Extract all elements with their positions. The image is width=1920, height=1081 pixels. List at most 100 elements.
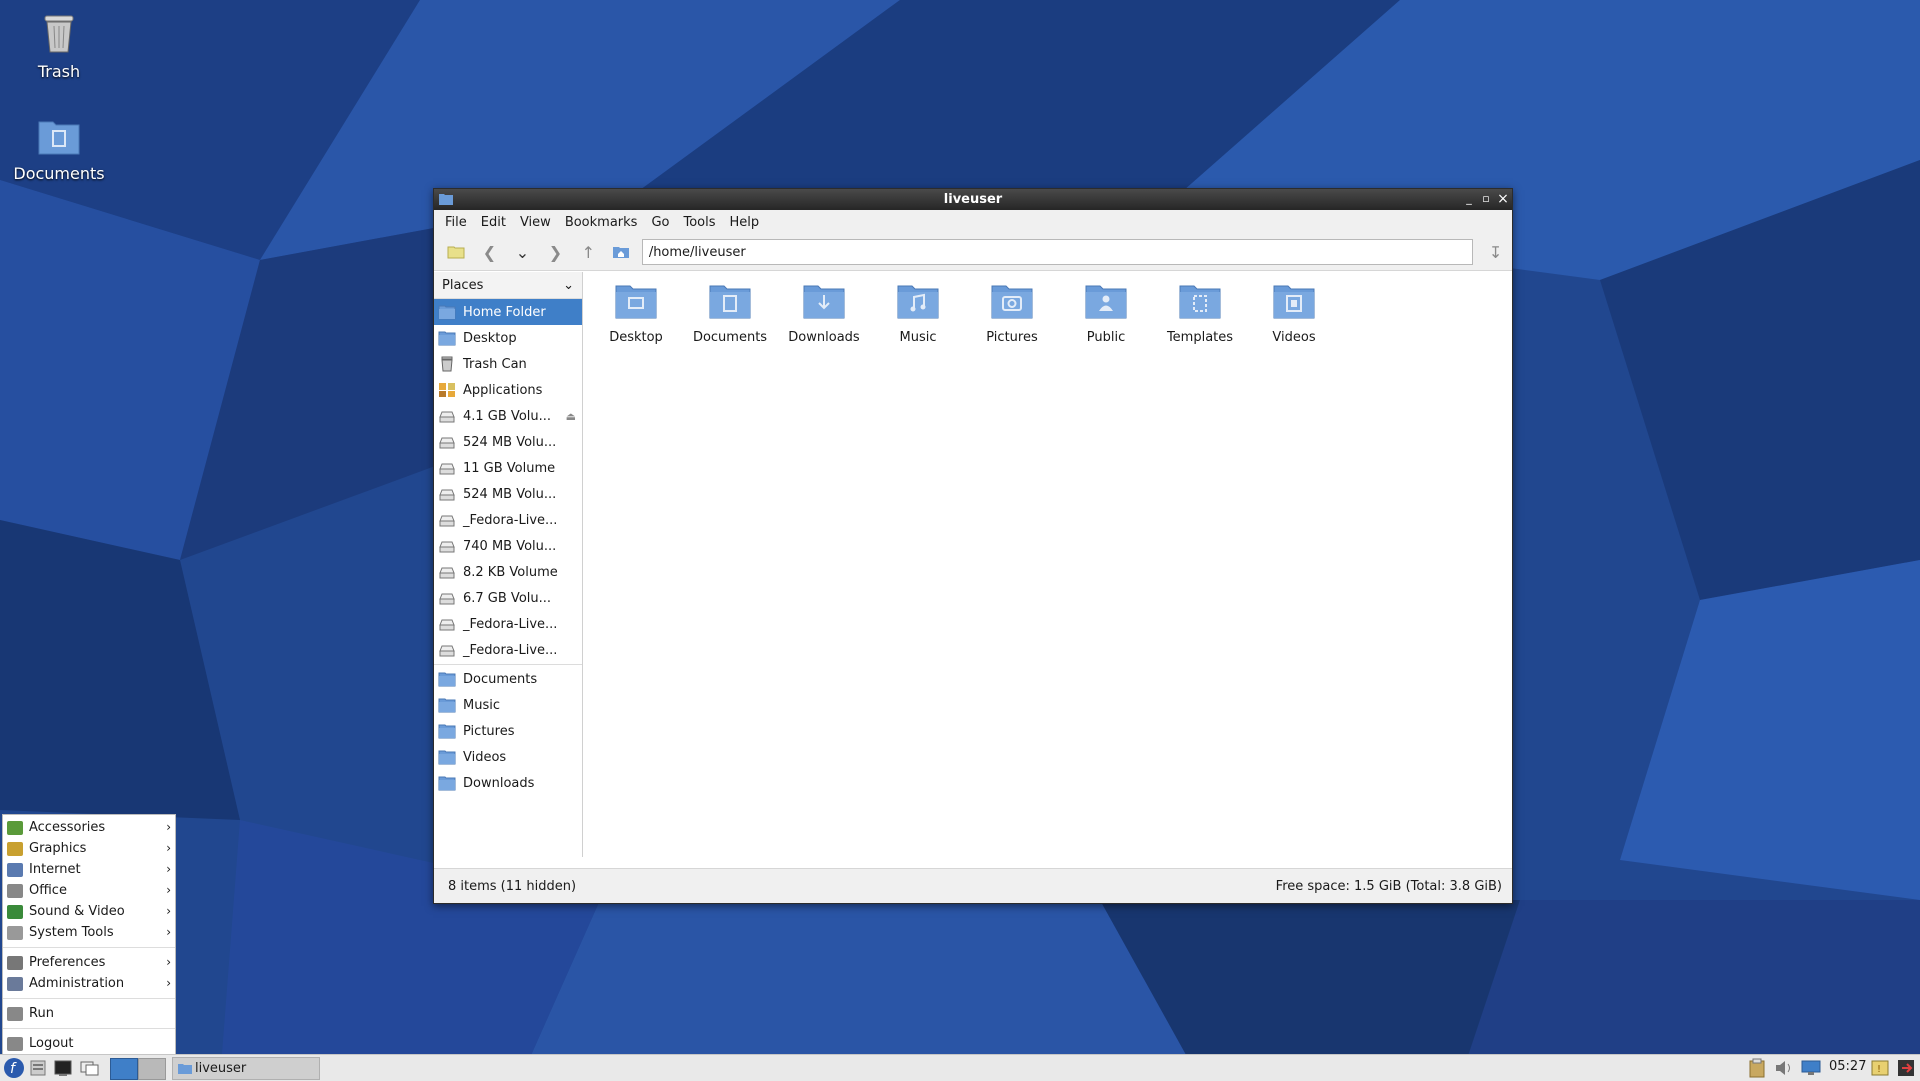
sidebar-item[interactable]: Videos	[434, 744, 582, 770]
sidebar-item[interactable]: 740 MB Volu...	[434, 533, 582, 559]
forward-button[interactable]: ❯	[539, 238, 572, 266]
menu-file[interactable]: File	[438, 215, 474, 230]
workspace-1[interactable]	[110, 1058, 138, 1080]
app-menu-item[interactable]: Internet ›	[3, 859, 175, 880]
home-button[interactable]	[605, 238, 638, 266]
preferences-icon	[7, 955, 23, 970]
app-menu-item[interactable]: Sound & Video ›	[3, 901, 175, 922]
file-item[interactable]: Downloads	[777, 280, 871, 345]
menu-help[interactable]: Help	[723, 215, 767, 230]
accessories-icon	[7, 820, 23, 835]
sidebar-item[interactable]: _Fedora-Live...	[434, 611, 582, 637]
chevron-right-icon: ›	[166, 820, 171, 834]
file-item[interactable]: Templates	[1153, 280, 1247, 345]
file-manager-window: liveuser _ ▫ × File Edit View Bookmarks …	[433, 188, 1513, 904]
sidebar-item-label: Documents	[463, 671, 538, 687]
sidebar-item[interactable]: Desktop	[434, 325, 582, 351]
clock[interactable]: 05:27	[1829, 1059, 1866, 1074]
path-field[interactable]: /home/liveuser	[641, 239, 1474, 265]
folder-music-icon	[438, 698, 456, 713]
sidebar-item[interactable]: 8.2 KB Volume	[434, 559, 582, 585]
svg-text:!: !	[1877, 1064, 1881, 1075]
desktop-icon-trash[interactable]: Trash	[9, 10, 109, 81]
file-item[interactable]: Public	[1059, 280, 1153, 345]
app-menu-item[interactable]: Preferences ›	[3, 952, 175, 973]
clipboard-icon[interactable]	[1748, 1058, 1766, 1078]
terminal-icon[interactable]	[54, 1059, 72, 1077]
app-menu-item[interactable]: Logout	[3, 1033, 175, 1054]
up-button[interactable]: ↑	[572, 238, 605, 266]
network-icon[interactable]	[1800, 1059, 1822, 1077]
menu-view[interactable]: View	[513, 215, 558, 230]
file-view[interactable]: Desktop Documents Downloads Music Pictures Pu…	[583, 272, 1512, 857]
jump-icon: ↧	[1488, 242, 1503, 262]
sidebar-item[interactable]: Pictures	[434, 718, 582, 744]
sidebar-item-label: Videos	[463, 749, 507, 765]
workspace-2[interactable]	[138, 1058, 166, 1080]
new-tab-button[interactable]	[440, 238, 473, 266]
sidebar-item[interactable]: 4.1 GB Volu... ⏏	[434, 403, 582, 429]
eject-icon[interactable]: ⏏	[566, 410, 576, 423]
system-tools-icon	[7, 925, 23, 940]
fedora-logo-icon[interactable]: f	[3, 1057, 25, 1079]
volume-icon[interactable]	[1774, 1059, 1794, 1077]
sidebar-item[interactable]: 6.7 GB Volu...	[434, 585, 582, 611]
file-item[interactable]: Videos	[1247, 280, 1341, 345]
sidebar-item[interactable]: 524 MB Volu...	[434, 429, 582, 455]
taskbar-window-button[interactable]: liveuser	[172, 1057, 320, 1080]
minimize-button[interactable]: _	[1462, 192, 1476, 206]
menu-go[interactable]: Go	[644, 215, 676, 230]
app-menu-item[interactable]: System Tools ›	[3, 922, 175, 943]
file-item-label: Downloads	[788, 330, 860, 345]
status-bar: 8 items (11 hidden) Free space: 1.5 GiB …	[434, 868, 1512, 903]
file-manager-launcher-icon[interactable]	[29, 1059, 47, 1077]
file-item[interactable]: Pictures	[965, 280, 1059, 345]
menu-separator	[3, 947, 175, 948]
sidebar-item[interactable]: _Fedora-Live...	[434, 507, 582, 533]
go-button[interactable]: ↧	[1479, 238, 1512, 266]
item-count: 8 items (11 hidden)	[448, 878, 577, 894]
sidebar-item[interactable]: Applications	[434, 377, 582, 403]
sidebar-item[interactable]: 524 MB Volu...	[434, 481, 582, 507]
maximize-button[interactable]: ▫	[1479, 192, 1493, 206]
back-button[interactable]: ❮	[473, 238, 506, 266]
sidebar-item[interactable]: Trash Can	[434, 351, 582, 377]
file-item[interactable]: Music	[871, 280, 965, 345]
updates-icon[interactable]: !	[1870, 1058, 1890, 1078]
close-button[interactable]: ×	[1496, 192, 1510, 206]
windows-icon[interactable]	[80, 1059, 100, 1077]
sidebar-item[interactable]: Documents	[434, 666, 582, 692]
sidebar-item[interactable]: _Fedora-Live...	[434, 637, 582, 663]
app-menu-item[interactable]: Administration ›	[3, 973, 175, 994]
sidebar-item[interactable]: Downloads	[434, 770, 582, 796]
drive-icon	[439, 619, 455, 631]
app-menu-item[interactable]: Office ›	[3, 880, 175, 901]
file-item-label: Templates	[1166, 330, 1234, 345]
sidebar-item-label: Home Folder	[463, 304, 546, 320]
sidebar-item-label: Music	[463, 697, 500, 713]
file-item-label: Documents	[692, 330, 768, 345]
application-menu: Accessories › Graphics › Internet › Office › Sou…	[2, 814, 176, 1058]
app-menu-item[interactable]: Run	[3, 1003, 175, 1024]
window-titlebar[interactable]: liveuser _ ▫ ×	[434, 189, 1512, 210]
menu-bookmarks[interactable]: Bookmarks	[558, 215, 645, 230]
desktop-icon-label: Trash	[37, 62, 81, 81]
menu-edit[interactable]: Edit	[474, 215, 513, 230]
sidebar-item[interactable]: Music	[434, 692, 582, 718]
file-item[interactable]: Desktop	[589, 280, 683, 345]
app-menu-item[interactable]: Accessories ›	[3, 817, 175, 838]
desktop-icon-documents[interactable]: Documents	[9, 116, 109, 183]
history-dropdown-button[interactable]: ⌄	[506, 238, 539, 266]
sidebar-item[interactable]: 11 GB Volume	[434, 455, 582, 481]
app-menu-item-label: Logout	[29, 1036, 74, 1051]
places-selector[interactable]: Places ⌄	[434, 272, 582, 299]
app-menu-item[interactable]: Graphics ›	[3, 838, 175, 859]
taskbar-window-label: liveuser	[195, 1061, 247, 1076]
logout-icon[interactable]	[1896, 1058, 1916, 1078]
file-item[interactable]: Documents	[683, 280, 777, 345]
sidebar-item[interactable]: Home Folder	[434, 299, 582, 325]
sidebar-item-label: Desktop	[463, 330, 517, 346]
menu-tools[interactable]: Tools	[676, 215, 722, 230]
sidebar-item-label: 740 MB Volu...	[463, 538, 557, 554]
app-menu-item-label: Preferences	[29, 955, 106, 970]
